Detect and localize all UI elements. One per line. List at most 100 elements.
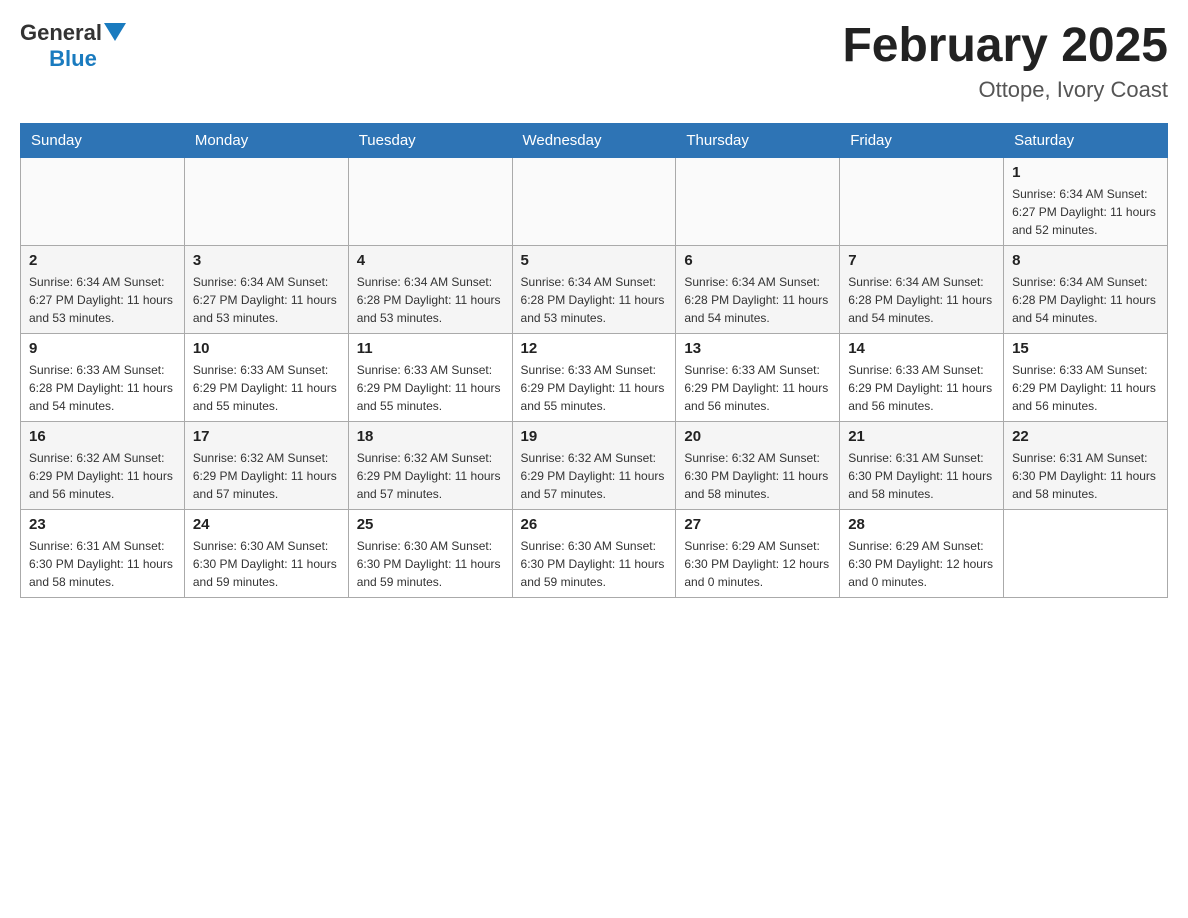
calendar-week-row: 16Sunrise: 6:32 AM Sunset: 6:29 PM Dayli… bbox=[21, 421, 1168, 509]
day-number: 12 bbox=[521, 340, 668, 357]
weekday-header-thursday: Thursday bbox=[676, 123, 840, 157]
calendar-day-cell: 18 Sunrise: 6:32 AM Sunset: 6:29 PM Dayli… bbox=[348, 421, 512, 509]
day-number: 17 bbox=[193, 428, 340, 445]
calendar-day-cell: 24 Sunrise: 6:30 AM Sunset: 6:30 PM Dayli… bbox=[184, 509, 348, 597]
calendar-day-cell: 2 Sunrise: 6:34 AM Sunset: 6:27 PM Daylig… bbox=[21, 245, 185, 333]
day-info: Sunrise: 6:30 AM Sunset: 6:30 PM Dayligh… bbox=[193, 537, 340, 591]
day-number: 4 bbox=[357, 252, 504, 269]
day-info: Sunrise: 6:33 AM Sunset: 6:29 PM Dayligh… bbox=[1012, 361, 1159, 415]
calendar-day-cell: 27Sunrise: 6:29 AM Sunset: 6:30 PM Dayli… bbox=[676, 509, 840, 597]
calendar-day-cell: 11Sunrise: 6:33 AM Sunset: 6:29 PM Dayli… bbox=[348, 333, 512, 421]
weekday-header-saturday: Saturday bbox=[1004, 123, 1168, 157]
day-number: 3 bbox=[193, 252, 340, 269]
logo-blue-text: Blue bbox=[20, 46, 126, 72]
calendar-day-cell: 10 Sunrise: 6:33 AM Sunset: 6:29 PM Dayli… bbox=[184, 333, 348, 421]
day-info: Sunrise: 6:32 AM Sunset: 6:29 PM Dayligh… bbox=[357, 449, 504, 503]
day-number: 14 bbox=[848, 340, 995, 357]
calendar-day-cell: 25 Sunrise: 6:30 AM Sunset: 6:30 PM Dayli… bbox=[348, 509, 512, 597]
calendar-table: SundayMondayTuesdayWednesdayThursdayFrid… bbox=[20, 123, 1168, 598]
weekday-header-sunday: Sunday bbox=[21, 123, 185, 157]
day-info: Sunrise: 6:33 AM Sunset: 6:28 PM Dayligh… bbox=[29, 361, 176, 415]
calendar-week-row: 1 Sunrise: 6:34 AM Sunset: 6:27 PM Daylig… bbox=[21, 157, 1168, 245]
day-info: Sunrise: 6:34 AM Sunset: 6:28 PM Dayligh… bbox=[684, 273, 831, 327]
day-number: 19 bbox=[521, 428, 668, 445]
calendar-day-cell: 8 Sunrise: 6:34 AM Sunset: 6:28 PM Daylig… bbox=[1004, 245, 1168, 333]
calendar-day-cell: 17 Sunrise: 6:32 AM Sunset: 6:29 PM Dayli… bbox=[184, 421, 348, 509]
calendar-day-cell bbox=[1004, 509, 1168, 597]
day-info: Sunrise: 6:33 AM Sunset: 6:29 PM Dayligh… bbox=[521, 361, 668, 415]
day-info: Sunrise: 6:34 AM Sunset: 6:27 PM Dayligh… bbox=[29, 273, 176, 327]
day-info: Sunrise: 6:32 AM Sunset: 6:29 PM Dayligh… bbox=[193, 449, 340, 503]
day-number: 2 bbox=[29, 252, 176, 269]
day-info: Sunrise: 6:33 AM Sunset: 6:29 PM Dayligh… bbox=[848, 361, 995, 415]
day-number: 9 bbox=[29, 340, 176, 357]
day-number: 5 bbox=[521, 252, 668, 269]
calendar-day-cell: 21 Sunrise: 6:31 AM Sunset: 6:30 PM Dayli… bbox=[840, 421, 1004, 509]
day-number: 8 bbox=[1012, 252, 1159, 269]
calendar-day-cell: 5Sunrise: 6:34 AM Sunset: 6:28 PM Daylig… bbox=[512, 245, 676, 333]
calendar-day-cell: 22 Sunrise: 6:31 AM Sunset: 6:30 PM Dayli… bbox=[1004, 421, 1168, 509]
calendar-day-cell: 14 Sunrise: 6:33 AM Sunset: 6:29 PM Dayli… bbox=[840, 333, 1004, 421]
day-info: Sunrise: 6:30 AM Sunset: 6:30 PM Dayligh… bbox=[521, 537, 668, 591]
day-info: Sunrise: 6:33 AM Sunset: 6:29 PM Dayligh… bbox=[357, 361, 504, 415]
calendar-week-row: 9 Sunrise: 6:33 AM Sunset: 6:28 PM Daylig… bbox=[21, 333, 1168, 421]
day-info: Sunrise: 6:34 AM Sunset: 6:27 PM Dayligh… bbox=[193, 273, 340, 327]
day-info: Sunrise: 6:31 AM Sunset: 6:30 PM Dayligh… bbox=[848, 449, 995, 503]
day-info: Sunrise: 6:33 AM Sunset: 6:29 PM Dayligh… bbox=[684, 361, 831, 415]
day-number: 1 bbox=[1012, 164, 1159, 181]
weekday-header-tuesday: Tuesday bbox=[348, 123, 512, 157]
day-number: 26 bbox=[521, 516, 668, 533]
day-number: 6 bbox=[684, 252, 831, 269]
day-number: 23 bbox=[29, 516, 176, 533]
calendar-day-cell bbox=[348, 157, 512, 245]
day-info: Sunrise: 6:32 AM Sunset: 6:29 PM Dayligh… bbox=[29, 449, 176, 503]
day-number: 13 bbox=[684, 340, 831, 357]
calendar-week-row: 23Sunrise: 6:31 AM Sunset: 6:30 PM Dayli… bbox=[21, 509, 1168, 597]
calendar-day-cell: 26 Sunrise: 6:30 AM Sunset: 6:30 PM Dayli… bbox=[512, 509, 676, 597]
calendar-day-cell: 6 Sunrise: 6:34 AM Sunset: 6:28 PM Daylig… bbox=[676, 245, 840, 333]
day-number: 7 bbox=[848, 252, 995, 269]
day-number: 22 bbox=[1012, 428, 1159, 445]
calendar-day-cell: 20Sunrise: 6:32 AM Sunset: 6:30 PM Dayli… bbox=[676, 421, 840, 509]
logo-arrow-icon bbox=[104, 23, 126, 45]
day-info: Sunrise: 6:34 AM Sunset: 6:28 PM Dayligh… bbox=[848, 273, 995, 327]
calendar-day-cell: 23Sunrise: 6:31 AM Sunset: 6:30 PM Dayli… bbox=[21, 509, 185, 597]
month-title: February 2025 bbox=[842, 20, 1168, 73]
calendar-body: 1 Sunrise: 6:34 AM Sunset: 6:27 PM Daylig… bbox=[21, 157, 1168, 597]
calendar-day-cell: 9 Sunrise: 6:33 AM Sunset: 6:28 PM Daylig… bbox=[21, 333, 185, 421]
day-info: Sunrise: 6:30 AM Sunset: 6:30 PM Dayligh… bbox=[357, 537, 504, 591]
logo-wrapper: General Blue bbox=[20, 20, 126, 72]
calendar-day-cell: 13 Sunrise: 6:33 AM Sunset: 6:29 PM Dayli… bbox=[676, 333, 840, 421]
weekday-header-friday: Friday bbox=[840, 123, 1004, 157]
day-info: Sunrise: 6:31 AM Sunset: 6:30 PM Dayligh… bbox=[1012, 449, 1159, 503]
weekday-header-wednesday: Wednesday bbox=[512, 123, 676, 157]
calendar-week-row: 2 Sunrise: 6:34 AM Sunset: 6:27 PM Daylig… bbox=[21, 245, 1168, 333]
day-number: 21 bbox=[848, 428, 995, 445]
day-number: 25 bbox=[357, 516, 504, 533]
logo: General Blue bbox=[20, 20, 126, 72]
calendar-day-cell bbox=[21, 157, 185, 245]
day-info: Sunrise: 6:34 AM Sunset: 6:28 PM Dayligh… bbox=[1012, 273, 1159, 327]
day-info: Sunrise: 6:32 AM Sunset: 6:29 PM Dayligh… bbox=[521, 449, 668, 503]
day-number: 10 bbox=[193, 340, 340, 357]
calendar-day-cell bbox=[512, 157, 676, 245]
calendar-day-cell: 12 Sunrise: 6:33 AM Sunset: 6:29 PM Dayli… bbox=[512, 333, 676, 421]
weekday-header-row: SundayMondayTuesdayWednesdayThursdayFrid… bbox=[21, 123, 1168, 157]
day-info: Sunrise: 6:34 AM Sunset: 6:27 PM Dayligh… bbox=[1012, 185, 1159, 239]
day-number: 24 bbox=[193, 516, 340, 533]
day-info: Sunrise: 6:34 AM Sunset: 6:28 PM Dayligh… bbox=[357, 273, 504, 327]
day-info: Sunrise: 6:29 AM Sunset: 6:30 PM Dayligh… bbox=[684, 537, 831, 591]
calendar-day-cell: 15Sunrise: 6:33 AM Sunset: 6:29 PM Dayli… bbox=[1004, 333, 1168, 421]
calendar-day-cell bbox=[184, 157, 348, 245]
title-section: February 2025 Ottope, Ivory Coast bbox=[842, 20, 1168, 103]
calendar-day-cell: 3 Sunrise: 6:34 AM Sunset: 6:27 PM Daylig… bbox=[184, 245, 348, 333]
day-info: Sunrise: 6:33 AM Sunset: 6:29 PM Dayligh… bbox=[193, 361, 340, 415]
calendar-day-cell: 1 Sunrise: 6:34 AM Sunset: 6:27 PM Daylig… bbox=[1004, 157, 1168, 245]
day-info: Sunrise: 6:32 AM Sunset: 6:30 PM Dayligh… bbox=[684, 449, 831, 503]
calendar-header: SundayMondayTuesdayWednesdayThursdayFrid… bbox=[21, 123, 1168, 157]
calendar-day-cell bbox=[676, 157, 840, 245]
calendar-day-cell: 16Sunrise: 6:32 AM Sunset: 6:29 PM Dayli… bbox=[21, 421, 185, 509]
day-number: 28 bbox=[848, 516, 995, 533]
calendar-day-cell bbox=[840, 157, 1004, 245]
day-number: 18 bbox=[357, 428, 504, 445]
